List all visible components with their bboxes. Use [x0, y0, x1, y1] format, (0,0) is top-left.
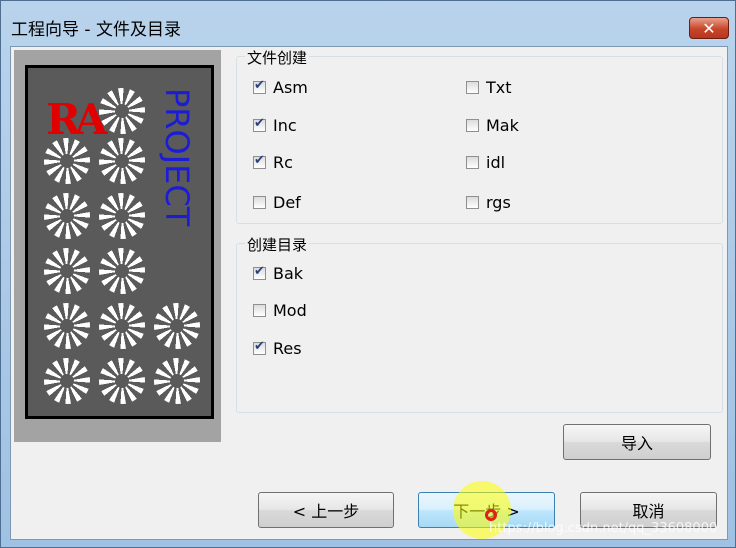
checkbox-checked[interactable] [253, 78, 266, 94]
checkbox-label: Def [273, 192, 301, 212]
checkbox-idl[interactable]: idl [466, 151, 505, 173]
checkbox-bak[interactable]: Bak [253, 262, 303, 284]
checkbox-checked[interactable] [253, 116, 266, 132]
swirl-icon [44, 193, 90, 239]
swirl-icon [99, 358, 145, 404]
swirl-icon [44, 248, 90, 294]
swirl-icon [154, 303, 200, 349]
checkbox-label: Rc [273, 152, 293, 172]
swirl-icon [99, 193, 145, 239]
checkbox-mak[interactable]: Mak [466, 114, 519, 136]
project-wizard-window: 工程向导 - 文件及目录 ✕ RA PROJECT 文件创建 ✔ Asm Txt… [0, 0, 736, 548]
file-creation-legend: 文件创建 [245, 47, 310, 68]
window-title: 工程向导 - 文件及目录 [11, 20, 181, 40]
checkbox-label: idl [486, 152, 506, 172]
checkbox-def[interactable]: Def [253, 191, 301, 213]
checkbox-unchecked[interactable] [253, 195, 266, 209]
checkbox-label: rgs [486, 192, 511, 212]
swirl-icon [99, 303, 145, 349]
checkbox-res[interactable]: Res [253, 337, 302, 359]
wizard-logo-panel: RA PROJECT [14, 50, 221, 442]
create-directory-legend: 创建目录 [245, 234, 310, 255]
checkbox-asm[interactable]: Asm [253, 76, 308, 98]
checkbox-label: Mak [486, 115, 519, 135]
close-button[interactable]: ✕ [689, 17, 729, 39]
checkbox-txt[interactable]: Txt [466, 76, 512, 98]
swirl-icon [44, 358, 90, 404]
watermark-text: https://blog.csdn.net/qq_33608000 [489, 521, 718, 536]
checkbox-unchecked[interactable] [253, 303, 266, 317]
swirl-icon [44, 303, 90, 349]
file-creation-group: 文件创建 Asm Txt Inc Mak Rc idl Def rgs [236, 47, 723, 224]
swirl-icon [154, 358, 200, 404]
checkbox-checked[interactable] [253, 153, 266, 169]
checkbox-unchecked[interactable] [466, 155, 479, 169]
brand-logo: RA [46, 95, 107, 144]
swirl-icon [99, 88, 145, 134]
wizard-logo-image: RA PROJECT [25, 65, 214, 419]
import-button[interactable]: 导入 [563, 424, 711, 460]
checkbox-inc[interactable]: Inc [253, 114, 297, 136]
checkbox-checked[interactable] [253, 264, 266, 280]
checkbox-label: Mod [273, 300, 307, 320]
checkbox-label: Asm [273, 77, 308, 97]
close-icon: ✕ [702, 19, 716, 38]
title-bar[interactable]: 工程向导 - 文件及目录 ✕ [1, 1, 735, 45]
checkbox-rgs[interactable]: rgs [466, 191, 511, 213]
checkbox-unchecked[interactable] [466, 195, 479, 209]
swirl-icon [44, 138, 90, 184]
create-directory-group: 创建目录 Bak Mod Res [236, 234, 723, 413]
checkbox-rc[interactable]: Rc [253, 151, 293, 173]
checkbox-label: Inc [273, 115, 297, 135]
back-button[interactable]: < 上一步 [258, 492, 394, 528]
checkbox-label: Bak [273, 263, 304, 283]
checkbox-label: Res [273, 338, 302, 358]
checkbox-mod[interactable]: Mod [253, 299, 307, 321]
project-label: PROJECT [158, 88, 196, 227]
checkbox-label: Txt [486, 77, 512, 97]
swirl-icon [99, 138, 145, 184]
cursor-icon [485, 509, 497, 521]
checkbox-unchecked[interactable] [466, 118, 479, 132]
checkbox-unchecked[interactable] [466, 80, 479, 94]
swirl-icon [99, 248, 145, 294]
checkbox-checked[interactable] [253, 339, 266, 355]
dialog-body: RA PROJECT 文件创建 Asm Txt Inc [10, 46, 728, 540]
